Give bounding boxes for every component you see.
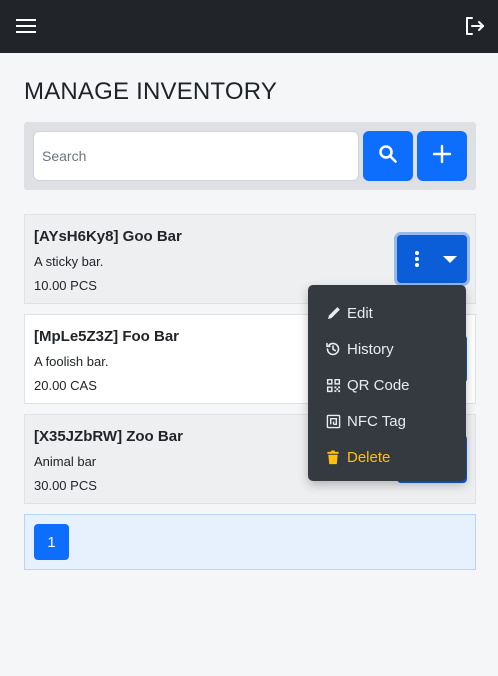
menu-item-nfc-tag[interactable]: NFC Tag bbox=[308, 403, 466, 439]
item-description: A sticky bar. bbox=[34, 254, 104, 269]
trash-icon bbox=[325, 449, 341, 465]
history-icon bbox=[325, 341, 341, 357]
menu-item-history[interactable]: History bbox=[308, 331, 466, 367]
search-toolbar bbox=[24, 122, 476, 190]
item-description: A foolish bar. bbox=[34, 354, 109, 369]
item-title: [X35JZbRW] Zoo Bar bbox=[34, 428, 183, 445]
item-actions-dropdown-button[interactable] bbox=[397, 235, 467, 283]
plus-icon bbox=[432, 144, 452, 169]
menu-item-delete[interactable]: Delete bbox=[308, 439, 466, 475]
kebab-icon bbox=[415, 251, 419, 272]
item-quantity: 10.00 PCS bbox=[34, 278, 97, 293]
menu-item-qr-code[interactable]: QR Code bbox=[308, 367, 466, 403]
page-title: MANAGE INVENTORY bbox=[24, 78, 278, 105]
item-quantity: 30.00 PCS bbox=[34, 478, 97, 493]
menu-item-label: Edit bbox=[347, 304, 373, 322]
menu-item-label: Delete bbox=[347, 448, 391, 466]
logout-icon[interactable] bbox=[462, 14, 486, 38]
qr-code-icon bbox=[325, 377, 341, 393]
item-description: Animal bar bbox=[34, 454, 97, 469]
hamburger-icon[interactable] bbox=[14, 14, 38, 38]
top-navbar bbox=[0, 0, 498, 53]
nfc-tag-icon bbox=[325, 413, 341, 429]
pencil-icon bbox=[325, 305, 341, 321]
menu-item-label: QR Code bbox=[347, 376, 410, 394]
page-button-current[interactable]: 1 bbox=[34, 524, 69, 560]
item-title: [MpLe5Z3Z] Foo Bar bbox=[34, 328, 179, 345]
item-quantity: 20.00 CAS bbox=[34, 378, 97, 393]
search-input[interactable] bbox=[33, 131, 359, 181]
menu-item-label: NFC Tag bbox=[347, 412, 406, 430]
search-icon bbox=[378, 144, 398, 169]
item-title: [AYsH6Ky8] Goo Bar bbox=[34, 228, 182, 245]
add-item-button[interactable] bbox=[417, 131, 467, 181]
menu-item-edit[interactable]: Edit bbox=[308, 295, 466, 331]
menu-item-label: History bbox=[347, 340, 394, 358]
pagination: 1 bbox=[24, 514, 476, 570]
caret-down-icon bbox=[443, 256, 457, 263]
search-button[interactable] bbox=[363, 131, 413, 181]
item-actions-menu: Edit History QR Code NFC Tag Delete bbox=[308, 285, 466, 481]
